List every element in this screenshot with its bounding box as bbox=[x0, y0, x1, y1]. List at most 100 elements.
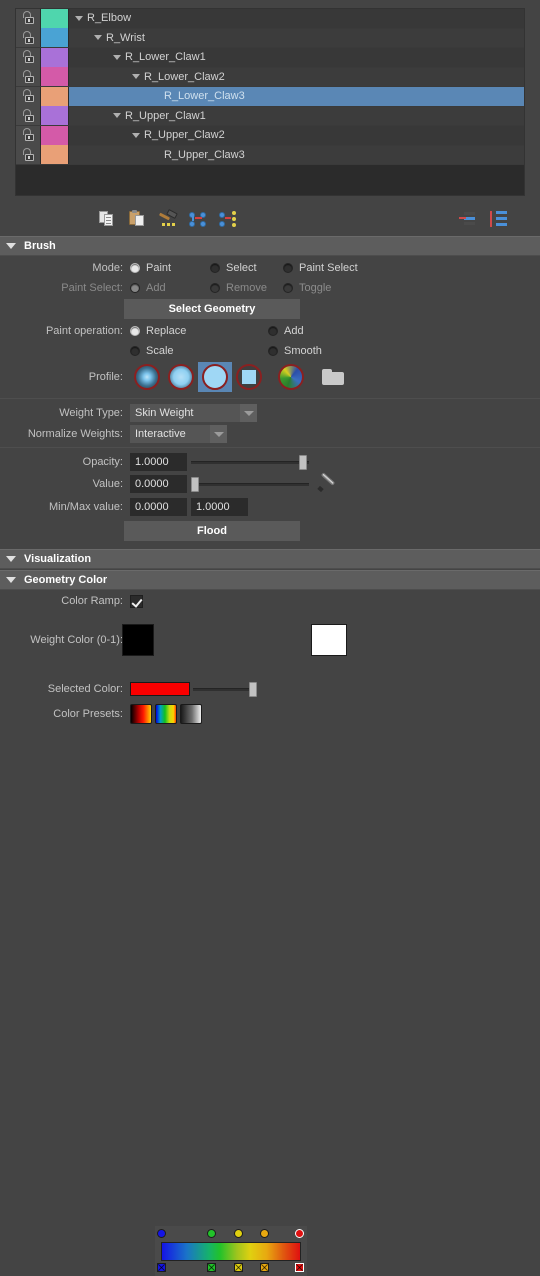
influence-color-swatch[interactable] bbox=[41, 145, 69, 165]
weight-color-gradient-bar[interactable] bbox=[161, 1242, 301, 1261]
tree-row[interactable]: R_Elbow bbox=[16, 8, 524, 29]
ramp-stop-handle-bottom[interactable] bbox=[295, 1263, 305, 1272]
ramp-stop-handle-top[interactable] bbox=[260, 1229, 270, 1238]
unlocked-padlock-icon[interactable] bbox=[16, 47, 41, 67]
paste-weights-icon[interactable] bbox=[125, 206, 151, 232]
tree-row[interactable]: R_Upper_Claw2 bbox=[16, 125, 524, 146]
ramp-stop-handle-top[interactable] bbox=[206, 1229, 216, 1238]
tree-row[interactable]: R_Upper_Claw3 bbox=[16, 145, 524, 165]
tree-row[interactable]: R_Wrist bbox=[16, 28, 524, 48]
tree-row-label: R_Upper_Claw1 bbox=[125, 109, 206, 122]
unlocked-padlock-icon[interactable] bbox=[16, 67, 41, 87]
ramp-stop-handle-top[interactable] bbox=[233, 1229, 243, 1238]
selected-color-slider[interactable] bbox=[193, 680, 257, 698]
unlocked-padlock-icon[interactable] bbox=[16, 86, 41, 106]
tree-expand-arrow-icon[interactable] bbox=[132, 74, 140, 80]
preset-black-red-yellow[interactable] bbox=[130, 704, 152, 724]
weight-color-right-swatch[interactable] bbox=[311, 624, 347, 656]
move-to-list-icon[interactable] bbox=[455, 206, 481, 232]
opacity-field[interactable]: 1.0000 bbox=[130, 453, 187, 471]
tree-toolbar bbox=[15, 202, 525, 236]
selected-color-slider-thumb[interactable] bbox=[249, 682, 257, 697]
ramp-stop-handle-top[interactable] bbox=[295, 1229, 305, 1238]
unlocked-padlock-icon[interactable] bbox=[16, 28, 41, 48]
sort-list-icon[interactable] bbox=[485, 206, 511, 232]
show-influenced-icon[interactable] bbox=[215, 206, 241, 232]
value-field[interactable]: 0.0000 bbox=[130, 475, 187, 493]
radio-op-replace[interactable] bbox=[130, 326, 140, 336]
custom-brush-icon[interactable] bbox=[274, 362, 308, 392]
opacity-slider-thumb[interactable] bbox=[299, 455, 307, 470]
eyedropper-icon[interactable] bbox=[317, 472, 337, 493]
hammer-weights-icon[interactable] bbox=[155, 206, 181, 232]
min-value-field[interactable]: 0.0000 bbox=[130, 498, 187, 516]
color-ramp-widget[interactable] bbox=[155, 1226, 307, 1276]
radio-mode-paint[interactable] bbox=[130, 263, 140, 273]
paint-operation-label: Paint operation: bbox=[45, 325, 123, 337]
select-geometry-button[interactable]: Select Geometry bbox=[124, 299, 300, 319]
section-header-brush[interactable]: Brush bbox=[0, 236, 540, 256]
solid-brush-icon[interactable] bbox=[198, 362, 232, 392]
brush-browse-folder-icon[interactable] bbox=[316, 362, 350, 392]
influence-tree-panel[interactable]: R_Elbow R_Wrist R_Lower_Claw1 R_Lower_Claw2… bbox=[15, 8, 525, 196]
unlocked-padlock-icon[interactable] bbox=[16, 145, 41, 165]
unlocked-padlock-icon[interactable] bbox=[16, 8, 41, 28]
color-presets-list bbox=[130, 704, 202, 724]
gaussian-brush-icon[interactable] bbox=[130, 362, 164, 392]
normalize-weights-select[interactable]: Interactive bbox=[130, 425, 227, 443]
flood-button[interactable]: Flood bbox=[124, 521, 300, 541]
unlocked-padlock-icon[interactable] bbox=[16, 125, 41, 145]
influence-color-swatch[interactable] bbox=[41, 86, 69, 106]
radio-paintselect-add[interactable] bbox=[130, 283, 140, 293]
influence-color-swatch[interactable] bbox=[41, 125, 69, 145]
section-header-geometry-color[interactable]: Geometry Color bbox=[0, 570, 540, 590]
radio-paintselect-toggle[interactable] bbox=[283, 283, 293, 293]
ramp-stop-handle-bottom[interactable] bbox=[233, 1263, 243, 1272]
copy-weights-icon[interactable] bbox=[95, 206, 121, 232]
radio-op-scale[interactable] bbox=[130, 346, 140, 356]
value-slider-thumb[interactable] bbox=[191, 477, 199, 492]
unlocked-padlock-icon[interactable] bbox=[16, 106, 41, 126]
min-max-row: Min/Max value: 0.0000 1.0000 bbox=[0, 497, 540, 517]
label-mode-paint: Paint bbox=[146, 262, 172, 274]
ramp-stop-handle-top[interactable] bbox=[156, 1229, 166, 1238]
ramp-stop-handle-bottom[interactable] bbox=[206, 1263, 216, 1272]
section-header-visualization[interactable]: Visualization bbox=[0, 549, 540, 569]
tree-expand-arrow-icon[interactable] bbox=[94, 35, 102, 41]
radio-mode-select[interactable] bbox=[210, 263, 220, 273]
radio-op-add[interactable] bbox=[268, 326, 278, 336]
square-brush-icon[interactable] bbox=[232, 362, 266, 392]
influence-color-swatch[interactable] bbox=[41, 67, 69, 87]
ramp-stop-handle-bottom[interactable] bbox=[156, 1263, 166, 1272]
radio-mode-paint-select[interactable] bbox=[283, 263, 293, 273]
soft-brush-icon[interactable] bbox=[164, 362, 198, 392]
max-value-field[interactable]: 1.0000 bbox=[191, 498, 248, 516]
tree-expand-arrow-icon[interactable] bbox=[132, 132, 140, 138]
influence-color-swatch[interactable] bbox=[41, 106, 69, 126]
tree-row[interactable]: R_Upper_Claw1 bbox=[16, 106, 524, 126]
tree-expand-arrow-icon[interactable] bbox=[113, 113, 121, 119]
influence-color-swatch[interactable] bbox=[41, 47, 69, 67]
color-ramp-checkbox[interactable] bbox=[130, 594, 143, 608]
preset-rainbow[interactable] bbox=[155, 704, 177, 724]
tree-expand-arrow-icon[interactable] bbox=[75, 15, 83, 21]
radio-op-smooth[interactable] bbox=[268, 346, 278, 356]
move-weights-icon[interactable] bbox=[185, 206, 211, 232]
tree-row[interactable]: R_Lower_Claw2 bbox=[16, 67, 524, 87]
paste-glyph bbox=[129, 210, 147, 228]
tree-expand-arrow-icon[interactable] bbox=[113, 54, 121, 60]
opacity-row: Opacity: 1.0000 bbox=[0, 452, 540, 472]
value-slider[interactable] bbox=[191, 475, 309, 493]
radio-paintselect-remove[interactable] bbox=[210, 283, 220, 293]
weight-color-left-swatch[interactable] bbox=[122, 624, 154, 656]
tree-row[interactable]: R_Lower_Claw1 bbox=[16, 47, 524, 68]
tree-row[interactable]: R_Lower_Claw3 bbox=[16, 86, 524, 107]
influence-color-swatch[interactable] bbox=[41, 28, 69, 48]
preset-grayscale[interactable] bbox=[180, 704, 202, 724]
selected-color-swatch[interactable] bbox=[130, 682, 190, 696]
influence-color-swatch[interactable] bbox=[41, 8, 69, 28]
opacity-slider[interactable] bbox=[191, 453, 309, 471]
weight-type-select[interactable]: Skin Weight bbox=[130, 404, 257, 422]
divider bbox=[0, 447, 540, 448]
ramp-stop-handle-bottom[interactable] bbox=[260, 1263, 270, 1272]
